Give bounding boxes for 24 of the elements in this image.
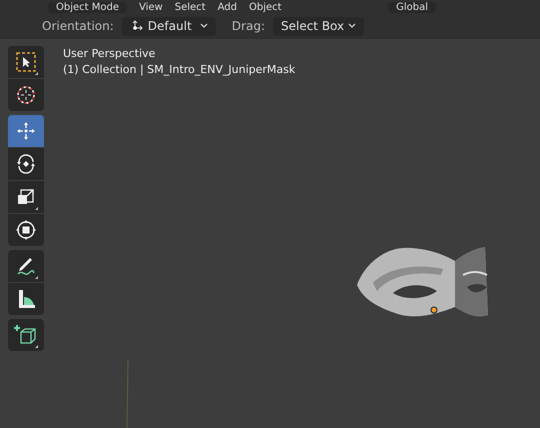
- menu-item[interactable]: Select: [174, 2, 206, 13]
- orientation-dropdown[interactable]: Global: [388, 2, 436, 13]
- drag-label: Drag:: [232, 18, 265, 35]
- tool-button[interactable]: [8, 250, 44, 282]
- tool-button[interactable]: [8, 319, 44, 351]
- menu-item[interactable]: Object: [248, 2, 282, 13]
- menu-item[interactable]: View: [139, 2, 163, 13]
- mode-dropdown[interactable]: Object Mode: [48, 2, 127, 13]
- menu-item[interactable]: Add: [218, 2, 237, 13]
- orientation-dropdown[interactable]: Default: [122, 16, 216, 36]
- drag-dropdown[interactable]: Select Box: [272, 16, 364, 36]
- object-info: (1) Collection | SM_Intro_ENV_JuniperMask: [63, 62, 296, 78]
- tool-button[interactable]: [8, 46, 44, 78]
- caret-icon: [348, 23, 356, 29]
- tool-button[interactable]: [8, 181, 44, 213]
- tool-button[interactable]: [8, 79, 44, 111]
- orientation-label: Orientation:: [42, 18, 114, 35]
- caret-icon: [200, 23, 208, 29]
- tool-button[interactable]: [8, 283, 44, 315]
- view-name: User Perspective: [63, 46, 156, 62]
- grid-axis-line: [126, 360, 129, 428]
- origin-dot-icon: [430, 306, 438, 314]
- tool-button[interactable]: [8, 214, 44, 246]
- tool-button[interactable]: [8, 148, 44, 180]
